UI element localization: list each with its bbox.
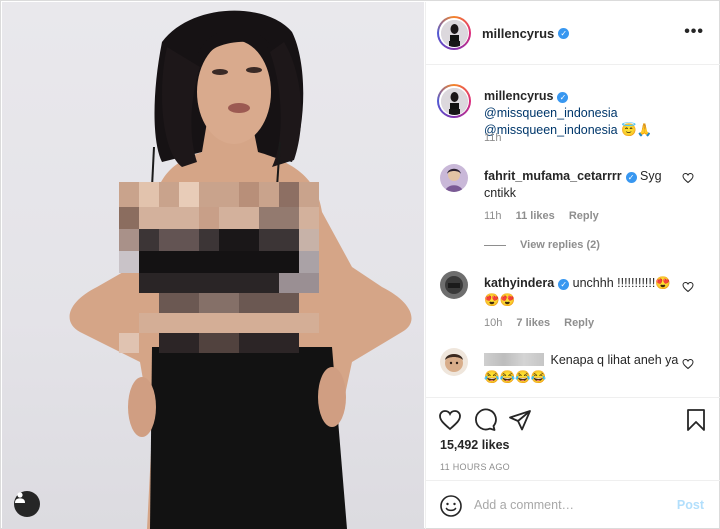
comment-time[interactable]: 10h bbox=[484, 317, 502, 329]
comment-like-icon[interactable] bbox=[682, 358, 694, 370]
comment-bubble-icon[interactable] bbox=[473, 408, 497, 432]
blurred-username[interactable] bbox=[484, 353, 544, 366]
post-timestamp[interactable]: 11 HOURS AGO bbox=[440, 462, 510, 472]
verified-badge-icon: ✓ bbox=[625, 172, 637, 183]
paper-plane-icon[interactable] bbox=[508, 408, 532, 432]
comment-input[interactable] bbox=[474, 495, 664, 515]
reply-button[interactable]: Reply bbox=[564, 317, 594, 329]
commenter-avatar[interactable] bbox=[440, 271, 468, 299]
post-photo[interactable] bbox=[2, 2, 424, 529]
commenter-avatar[interactable] bbox=[440, 348, 468, 376]
comment-username[interactable]: fahrit_mufama_cetarrrr bbox=[484, 169, 622, 183]
verified-badge-icon: ✓ bbox=[558, 27, 570, 39]
heart-icon[interactable] bbox=[438, 408, 462, 432]
user-tag-icon bbox=[15, 492, 25, 503]
bookmark-icon[interactable] bbox=[684, 408, 708, 432]
likes-count[interactable]: 15,492 likes bbox=[440, 438, 510, 452]
pixelated-censor bbox=[119, 182, 319, 353]
more-options-icon[interactable]: ••• bbox=[684, 24, 704, 40]
post-actions: 15,492 likes 11 HOURS AGO bbox=[426, 397, 720, 489]
reply-button[interactable]: Reply bbox=[569, 210, 599, 222]
post-comment-button[interactable]: Post bbox=[677, 498, 704, 512]
comment-like-icon[interactable] bbox=[682, 172, 694, 184]
verified-badge-icon: ✓ bbox=[557, 92, 569, 103]
verified-badge-icon: ✓ bbox=[558, 279, 570, 290]
instagram-post-window: millencyrus ✓ ••• millencyrus ✓ @missquee… bbox=[0, 0, 720, 529]
add-comment-bar: Post bbox=[426, 480, 720, 529]
comments-list: millencyrus ✓ @missqueen_indonesia @missq… bbox=[426, 66, 720, 396]
comment-likes[interactable]: 7 likes bbox=[516, 317, 550, 329]
comment-like-icon[interactable] bbox=[682, 281, 694, 293]
post-side-panel: millencyrus ✓ ••• millencyrus ✓ @missquee… bbox=[425, 2, 720, 529]
caption-time[interactable]: 11h bbox=[484, 132, 502, 144]
photo-illustration bbox=[69, 10, 412, 529]
caption-username[interactable]: millencyrus bbox=[484, 89, 553, 103]
caption-avatar[interactable] bbox=[437, 84, 471, 118]
comment-likes[interactable]: 11 likes bbox=[516, 210, 555, 222]
comment-time[interactable]: 11h bbox=[484, 210, 502, 222]
user-tag-button[interactable] bbox=[14, 491, 40, 517]
post-header: millencyrus ✓ ••• bbox=[426, 2, 720, 65]
post-username[interactable]: millencyrus bbox=[482, 26, 554, 41]
avatar[interactable] bbox=[437, 16, 471, 50]
caption-mention[interactable]: @missqueen_indonesia bbox=[484, 106, 618, 120]
commenter-avatar[interactable] bbox=[440, 164, 468, 192]
comment-username[interactable]: kathyindera bbox=[484, 276, 554, 290]
view-replies-button[interactable]: View replies (2) bbox=[484, 239, 600, 251]
smiley-icon[interactable] bbox=[439, 494, 463, 518]
